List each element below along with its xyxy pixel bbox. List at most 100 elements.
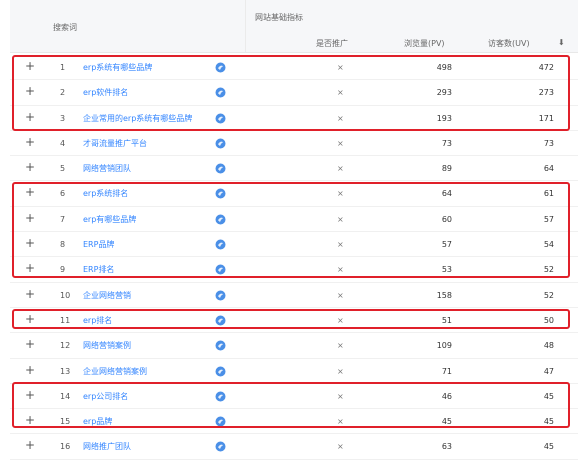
expand-plus-icon[interactable]: + [25,85,35,97]
table-header: 搜索词 网站基础指标 是否推广 浏览量(PV) 访客数(UV) ⬇ [10,0,578,53]
search-engine-icon[interactable] [215,290,226,301]
table-row: +15 erp品牌 × 45 45 [10,409,578,435]
search-engine-icon[interactable] [215,188,226,199]
search-engine-icon[interactable] [215,416,226,427]
uv-value: 52 [543,265,554,275]
keyword-link[interactable]: 企业网络营销 [83,291,131,301]
expand-plus-icon[interactable]: + [25,364,35,376]
promoted-flag: × [337,417,344,427]
promoted-flag: × [337,391,344,401]
promoted-flag: × [337,189,344,199]
keyword-link[interactable]: erp有哪些品牌 [83,215,136,225]
uv-value: 45 [543,442,554,452]
site-metrics-group-header: 网站基础指标 [255,13,303,22]
uv-column-header[interactable]: 访客数(UV) [488,38,530,49]
expand-plus-icon[interactable]: + [25,161,35,173]
keyword-link[interactable]: 才哥流量推广平台 [83,139,147,149]
keyword-link[interactable]: erp系统有哪些品牌 [83,63,152,73]
table-row: +9 ERP排名 × 53 52 [10,257,578,283]
search-engine-icon[interactable] [215,340,226,351]
search-engine-icon[interactable] [215,239,226,250]
promoted-flag: × [337,113,344,123]
promoted-flag: × [337,88,344,98]
search-engine-icon[interactable] [215,391,226,402]
expand-plus-icon[interactable]: + [25,136,35,148]
keyword-link[interactable]: erp系统排名 [83,189,128,199]
keyword-link[interactable]: 网络营销团队 [83,164,131,174]
keyword-link[interactable]: 网络营销案例 [83,341,131,351]
keyword-link[interactable]: erp品牌 [83,417,112,427]
pv-value: 293 [436,88,452,98]
expand-plus-icon[interactable]: + [25,288,35,300]
uv-value: 64 [543,164,554,174]
search-engine-icon[interactable] [215,441,226,452]
pv-value: 158 [436,290,452,300]
table-row: +1 erp系统有哪些品牌 × 498 472 [10,55,578,81]
search-engine-icon[interactable] [215,87,226,98]
row-index: 9 [60,265,66,275]
pv-value: 193 [436,113,452,123]
search-engine-icon[interactable] [215,366,226,377]
row-index: 5 [60,164,66,174]
table-row: +4 才哥流量推广平台 × 73 73 [10,131,578,157]
keyword-link[interactable]: erp排名 [83,316,112,326]
keyword-link[interactable]: 企业常用的erp系统有哪些品牌 [83,114,192,124]
table-row: +14 erp公司排名 × 46 45 [10,384,578,410]
expand-plus-icon[interactable]: + [25,389,35,401]
search-engine-icon[interactable] [215,214,226,225]
keyword-link[interactable]: erp软件排名 [83,88,128,98]
table-row: +13 企业网络营销案例 × 71 47 [10,359,578,384]
pv-value: 57 [441,240,452,250]
keyword-link[interactable]: 企业网络营销案例 [83,367,147,377]
table-row: +5 网络营销团队 × 89 64 [10,156,578,182]
table-row: +2 erp软件排名 × 293 273 [10,80,578,106]
expand-plus-icon[interactable]: + [25,60,35,72]
expand-plus-icon[interactable]: + [25,237,35,249]
row-index: 13 [60,366,71,376]
pv-value: 109 [436,341,452,351]
pv-value: 53 [441,265,452,275]
pv-column-header[interactable]: 浏览量(PV) [404,38,445,49]
keyword-link[interactable]: 网络推广团队 [83,442,131,452]
expand-plus-icon[interactable]: + [25,111,35,123]
uv-value: 273 [538,88,554,98]
search-engine-icon[interactable] [215,138,226,149]
row-index: 4 [60,138,66,148]
search-engine-icon[interactable] [215,163,226,174]
expand-plus-icon[interactable]: + [25,414,35,426]
expand-plus-icon[interactable]: + [25,439,35,451]
expand-plus-icon[interactable]: + [25,338,35,350]
table-row: +10 企业网络营销 × 158 52 [10,283,578,308]
expand-plus-icon[interactable]: + [25,212,35,224]
search-engine-icon[interactable] [215,62,226,73]
row-index: 12 [60,341,71,351]
promoted-column-header: 是否推广 [316,39,348,48]
expand-plus-icon[interactable]: + [25,313,35,325]
uv-value: 48 [543,341,554,351]
uv-value: 52 [543,290,554,300]
row-index: 2 [60,88,66,98]
uv-value: 73 [543,138,554,148]
keyword-link[interactable]: erp公司排名 [83,392,128,402]
keyword-link[interactable]: ERP排名 [83,265,114,275]
expand-plus-icon[interactable]: + [25,186,35,198]
uv-value: 472 [538,63,554,72]
promoted-flag: × [337,214,344,224]
uv-value: 47 [543,366,554,376]
pv-value: 60 [441,214,452,224]
promoted-flag: × [337,442,344,452]
keyword-link[interactable]: ERP品牌 [83,240,114,250]
uv-value: 50 [543,315,554,325]
promoted-flag: × [337,164,344,174]
promoted-flag: × [337,63,344,72]
expand-plus-icon[interactable]: + [25,262,35,274]
search-engine-icon[interactable] [215,264,226,275]
table-row: +7 erp有哪些品牌 × 60 57 [10,207,578,233]
sort-desc-icon[interactable]: ⬇ [558,38,565,47]
promoted-flag: × [337,315,344,325]
search-engine-icon[interactable] [215,315,226,326]
search-engine-icon[interactable] [215,113,226,124]
row-index: 6 [60,189,66,199]
header-divider [245,0,246,52]
uv-value: 171 [538,113,554,123]
